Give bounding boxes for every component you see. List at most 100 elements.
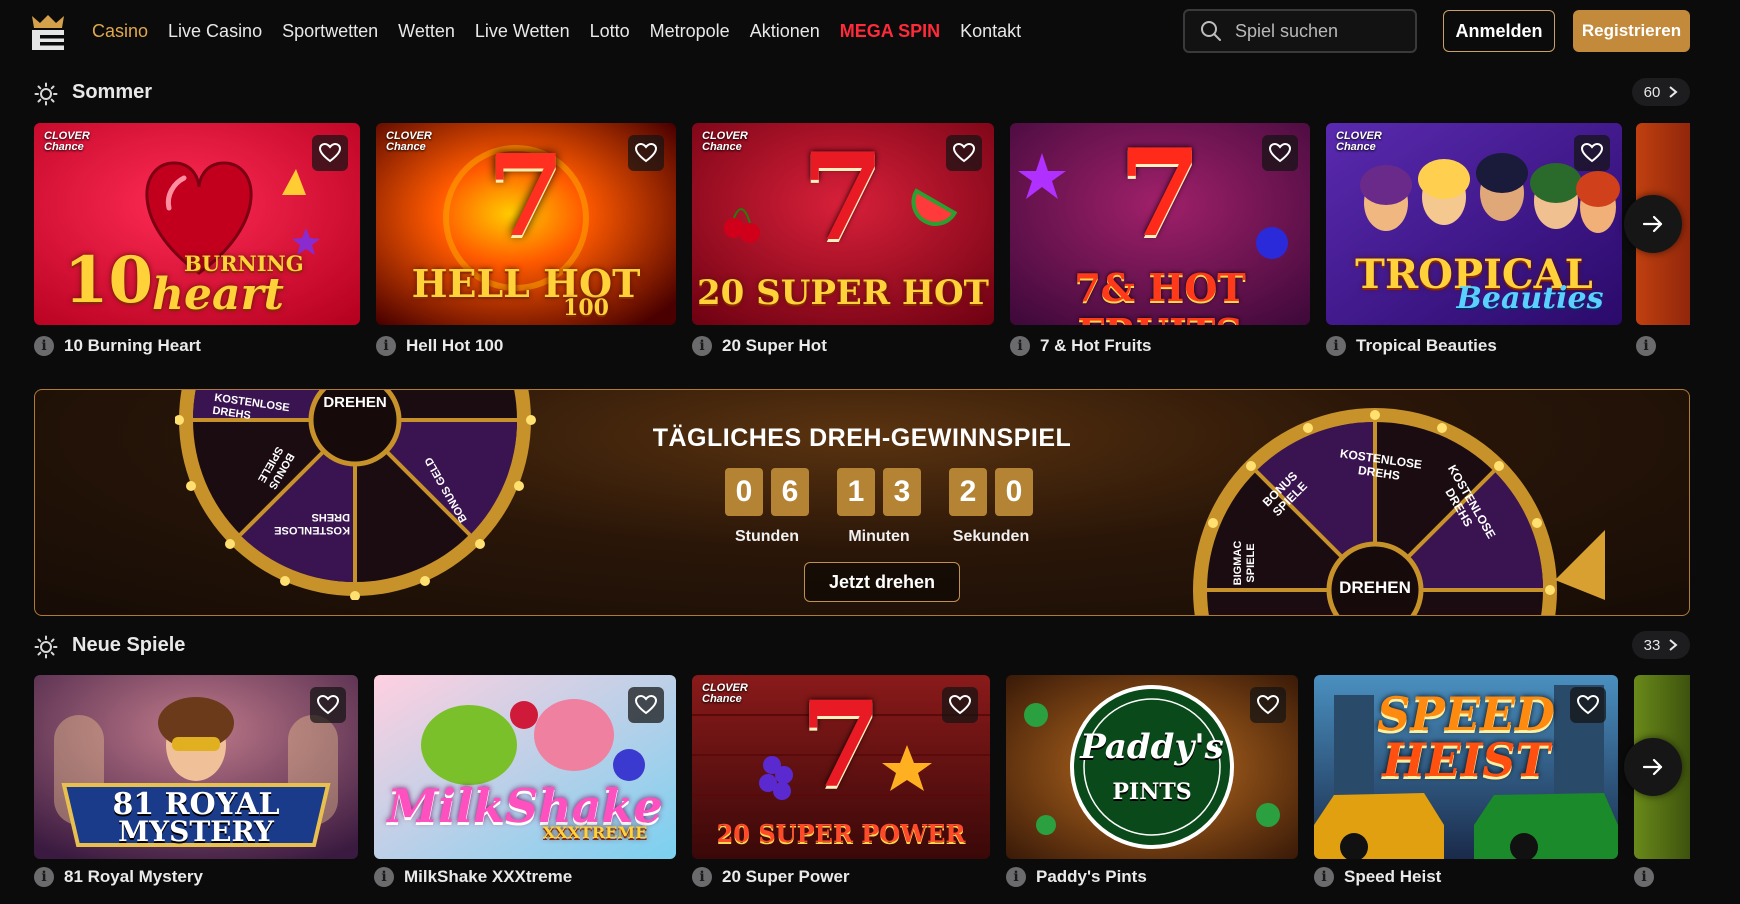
section-count: 33 <box>1643 636 1661 654</box>
game-thumbnail[interactable]: 7 20 SUPER HOT CLOVER Chance <box>692 123 994 325</box>
nav-lotto[interactable]: Lotto <box>590 21 630 42</box>
chevron-right-icon <box>1669 639 1678 651</box>
game-art-subtitle: 100 <box>563 295 609 321</box>
game-caption: i Tropical Beauties <box>1326 336 1497 356</box>
spin-now-button[interactable]: Jetzt drehen <box>804 562 960 602</box>
nav-wetten[interactable]: Wetten <box>398 21 455 42</box>
game-name: 10 Burning Heart <box>64 336 201 355</box>
nav-casino[interactable]: Casino <box>92 21 148 42</box>
section-count-button[interactable]: 33 <box>1632 631 1690 659</box>
register-button[interactable]: Registrieren <box>1573 10 1690 52</box>
game-art-subtitle: 20 SUPER HOT <box>697 273 989 313</box>
wheel-segment-label: KOSTENLOSE DREHS <box>274 511 350 536</box>
game-art-subtitle: 7& HOT FRUITS <box>1074 265 1246 325</box>
nav-live-wetten[interactable]: Live Wetten <box>475 21 570 42</box>
top-header: Casino Live Casino Sportwetten Wetten Li… <box>0 0 1740 62</box>
countdown-hours: 0 6 Stunden <box>725 468 809 546</box>
daily-spin-banner: DREHEN KOSTENLOSE DREHS KOSTENLOSE DREHS… <box>34 389 1690 616</box>
login-button[interactable]: Anmelden <box>1443 10 1555 52</box>
countdown-digit: 1 <box>837 468 875 516</box>
info-icon[interactable]: i <box>692 336 712 356</box>
game-name: Hell Hot 100 <box>406 336 504 355</box>
countdown-minutes: 1 3 Minuten <box>837 468 921 546</box>
carousel-next-button[interactable] <box>1624 195 1682 253</box>
provider-badge: CLOVER Chance <box>1336 130 1382 153</box>
carousel-next-button[interactable] <box>1624 738 1682 796</box>
info-icon[interactable]: i <box>34 867 54 887</box>
countdown-digit: 3 <box>883 468 921 516</box>
search-box[interactable] <box>1183 9 1417 53</box>
game-caption: i 7 & Hot Fruits <box>1010 336 1151 356</box>
search-input[interactable] <box>1235 20 1405 42</box>
wheel-segment-label: BIGMAC SPIELE <box>1232 540 1257 586</box>
info-icon[interactable]: i <box>1010 336 1030 356</box>
info-icon[interactable]: i <box>34 336 54 356</box>
section-count-button[interactable]: 60 <box>1632 78 1690 106</box>
game-art-subtitle: HEIST <box>1382 733 1550 787</box>
favorite-button[interactable] <box>946 135 982 171</box>
nav-sportwetten[interactable]: Sportwetten <box>282 21 378 42</box>
countdown-label: Sekunden <box>952 528 1030 545</box>
arrow-right-icon <box>1642 758 1663 776</box>
info-icon[interactable]: i <box>1006 867 1026 887</box>
game-thumbnail[interactable]: 7 HELL HOT 100 CLOVER Chance <box>376 123 676 325</box>
section-count: 60 <box>1643 83 1661 101</box>
favorite-button[interactable] <box>312 135 348 171</box>
nav-kontakt[interactable]: Kontakt <box>960 21 1021 42</box>
info-icon[interactable]: i <box>1326 336 1346 356</box>
info-icon[interactable]: i <box>1634 867 1654 887</box>
game-row-new-games: 81 ROYAL MYSTERY i 81 Royal Mystery Milk… <box>34 675 1690 904</box>
favorite-button[interactable] <box>628 687 664 723</box>
game-thumbnail[interactable]: 10 BURNING heart CLOVER Chance <box>34 123 360 325</box>
game-caption: i <box>1634 867 1654 887</box>
game-art-subtitle: 20 SUPER POWER <box>716 819 966 848</box>
nav-mega-spin[interactable]: MEGA SPIN <box>840 21 940 42</box>
info-icon[interactable]: i <box>376 336 396 356</box>
wheel-center-label: DREHEN <box>1339 578 1411 597</box>
game-caption: i <box>1636 336 1656 356</box>
section-title: Sommer <box>72 81 153 103</box>
nav-metropole[interactable]: Metropole <box>650 21 730 42</box>
heart-icon <box>1269 143 1291 163</box>
countdown-digit: 6 <box>771 468 809 516</box>
game-caption: i Paddy's Pints <box>1006 867 1147 887</box>
heart-icon <box>319 143 341 163</box>
search-icon <box>1201 21 1221 41</box>
countdown-label: Stunden <box>735 528 799 545</box>
brand-logo-icon[interactable] <box>28 12 68 52</box>
game-thumbnail[interactable]: Paddy's PINTS <box>1006 675 1298 859</box>
game-thumbnail[interactable]: SPEED HEIST <box>1314 675 1618 859</box>
game-name: Speed Heist <box>1344 867 1442 886</box>
game-thumbnail[interactable]: MilkShake XXXTREME <box>374 675 676 859</box>
info-icon[interactable]: i <box>692 867 712 887</box>
game-thumbnail[interactable]: TROPICAL Beauties CLOVER Chance <box>1326 123 1622 325</box>
game-caption: i Speed Heist <box>1314 867 1441 887</box>
game-caption: i 20 Super Hot <box>692 336 827 356</box>
favorite-button[interactable] <box>1250 687 1286 723</box>
heart-icon <box>317 695 339 715</box>
nav-aktionen[interactable]: Aktionen <box>750 21 820 42</box>
info-icon[interactable]: i <box>374 867 394 887</box>
favorite-button[interactable] <box>1262 135 1298 171</box>
game-name: Paddy's Pints <box>1036 867 1147 886</box>
game-name: Tropical Beauties <box>1356 336 1497 355</box>
favorite-button[interactable] <box>1570 687 1606 723</box>
game-art-subtitle: Beauties <box>1456 281 1604 316</box>
heart-icon <box>635 143 657 163</box>
favorite-button[interactable] <box>942 687 978 723</box>
heart-icon <box>1577 695 1599 715</box>
nav-live-casino[interactable]: Live Casino <box>168 21 262 42</box>
game-thumbnail[interactable]: 7 7& HOT FRUITS <box>1010 123 1310 325</box>
favorite-button[interactable] <box>628 135 664 171</box>
provider-badge: CLOVER Chance <box>44 130 90 153</box>
heart-icon <box>949 695 971 715</box>
favorite-button[interactable] <box>310 687 346 723</box>
main-nav: Casino Live Casino Sportwetten Wetten Li… <box>92 0 1041 62</box>
info-icon[interactable]: i <box>1636 336 1656 356</box>
countdown-digit: 0 <box>995 468 1033 516</box>
game-thumbnail[interactable]: 81 ROYAL MYSTERY <box>34 675 358 859</box>
game-thumbnail[interactable]: 7 20 SUPER POWER CLOVER Chance <box>692 675 990 859</box>
favorite-button[interactable] <box>1574 135 1610 171</box>
game-row-summer: 10 BURNING heart CLOVER Chance i 10 Burn… <box>34 123 1690 363</box>
info-icon[interactable]: i <box>1314 867 1334 887</box>
